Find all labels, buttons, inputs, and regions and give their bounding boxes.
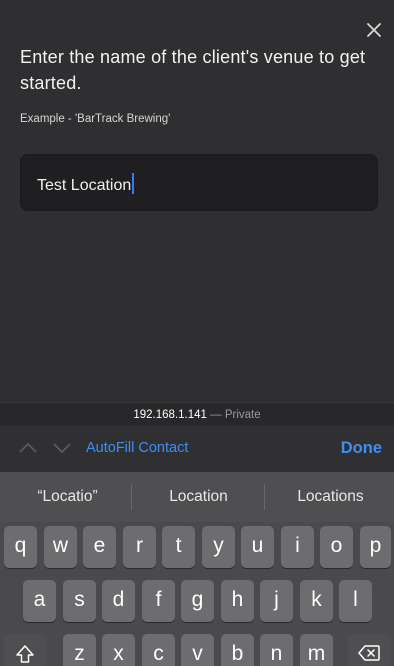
key-o[interactable]: o (320, 526, 353, 568)
shift-icon (16, 645, 34, 663)
address-ip: 192.168.1.141 (133, 409, 207, 421)
chevron-up-icon (19, 442, 37, 453)
key-l[interactable]: l (339, 580, 372, 622)
input-value-text: Test Location (37, 177, 132, 194)
key-r[interactable]: r (123, 526, 156, 568)
backspace-icon (358, 645, 380, 661)
suggestion-1[interactable]: “Locatio” (2, 488, 133, 506)
key-h[interactable]: h (221, 580, 254, 622)
key-q[interactable]: q (4, 526, 37, 568)
key-b[interactable]: b (221, 634, 254, 666)
address-separator: — (206, 409, 225, 421)
key-f[interactable]: f (142, 580, 175, 622)
key-m[interactable]: m (300, 634, 333, 666)
address-bar[interactable]: 192.168.1.141 — Private (0, 402, 394, 426)
key-u[interactable]: u (241, 526, 274, 568)
close-icon (367, 23, 381, 37)
autofill-contact-button[interactable]: AutoFill Contact (86, 440, 188, 456)
suggestion-bar: “Locatio” Location Locations (0, 472, 394, 522)
suggestion-2[interactable]: Location (133, 488, 264, 506)
key-x[interactable]: x (102, 634, 135, 666)
key-n[interactable]: n (260, 634, 293, 666)
key-y[interactable]: y (202, 526, 235, 568)
key-c[interactable]: c (142, 634, 175, 666)
close-button[interactable] (362, 18, 386, 42)
venue-name-value: Test Location (37, 173, 135, 195)
previous-field-button[interactable] (18, 440, 38, 456)
page-title: Enter the name of the client's venue to … (20, 47, 366, 93)
key-z[interactable]: z (63, 634, 96, 666)
shift-key[interactable] (4, 634, 46, 666)
keyboard-accessory-bar: AutoFill Contact Done (0, 426, 394, 472)
key-v[interactable]: v (181, 634, 214, 666)
key-d[interactable]: d (102, 580, 135, 622)
backspace-key[interactable] (348, 634, 390, 666)
chevron-down-icon (53, 443, 71, 454)
key-i[interactable]: i (281, 526, 314, 568)
suggestion-3[interactable]: Locations (265, 488, 394, 506)
key-j[interactable]: j (260, 580, 293, 622)
key-p[interactable]: p (360, 526, 391, 568)
keyboard: “Locatio” Location Locations q w e r t y… (0, 472, 394, 666)
key-w[interactable]: w (44, 526, 77, 568)
key-s[interactable]: s (63, 580, 96, 622)
done-button[interactable]: Done (341, 439, 382, 458)
text-caret (132, 173, 135, 194)
example-hint: Example - 'BarTrack Brewing' (20, 113, 171, 125)
key-a[interactable]: a (23, 580, 56, 622)
next-field-button[interactable] (52, 440, 72, 456)
address-private-label: Private (224, 409, 261, 421)
venue-form: Enter the name of the client's venue to … (0, 0, 394, 402)
key-e[interactable]: e (83, 526, 116, 568)
key-k[interactable]: k (300, 580, 333, 622)
venue-name-input[interactable]: Test Location (20, 154, 378, 211)
key-t[interactable]: t (162, 526, 195, 568)
suggestion-divider (131, 484, 132, 510)
key-g[interactable]: g (181, 580, 214, 622)
